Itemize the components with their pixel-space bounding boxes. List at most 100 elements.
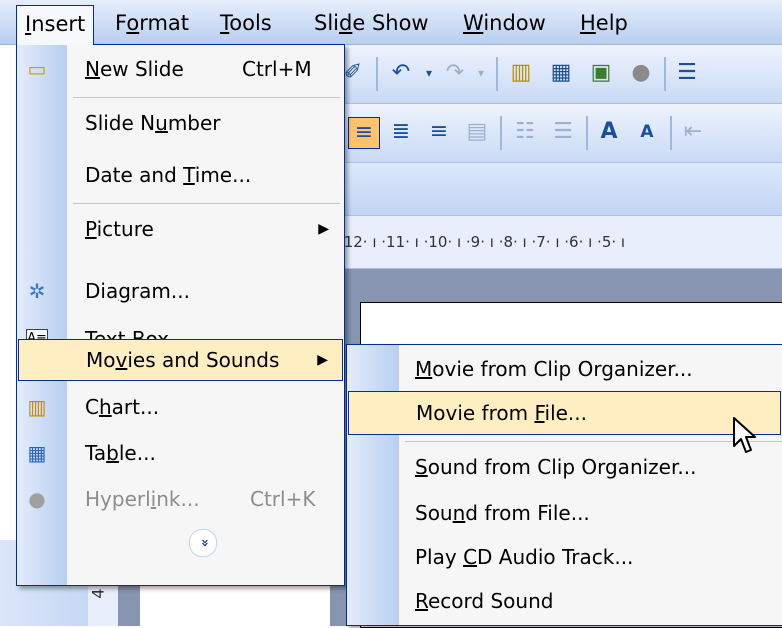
menu-format[interactable]: Format — [107, 5, 197, 41]
label-part: Mo — [86, 348, 116, 372]
label-part: ound from Clip Organizer... — [427, 455, 697, 479]
menu-separator — [405, 441, 782, 442]
expand-menu-icon[interactable]: » — [189, 529, 217, 557]
increase-font-size-icon[interactable]: A — [594, 117, 624, 147]
label-part: ram... — [130, 279, 190, 303]
label-part: nk... — [156, 487, 200, 511]
numbering-icon[interactable]: ☷ — [510, 117, 540, 147]
label-part: Slide N — [85, 111, 156, 135]
insert-hyperlink-icon[interactable]: ● — [626, 58, 656, 88]
label-hotkey: N — [85, 57, 100, 81]
align-left-icon[interactable]: ≡ — [348, 117, 380, 149]
chart-icon: ▥ — [27, 395, 47, 419]
label-hotkey: b — [106, 441, 119, 465]
menu-item-chart[interactable]: ▥ Chart... — [18, 385, 343, 429]
insert-chart-icon[interactable]: ▥ — [506, 58, 536, 88]
tables-borders-icon[interactable]: ▣ — [586, 58, 616, 88]
menu-separator — [73, 97, 340, 98]
menu-expand-row: » — [17, 529, 344, 559]
toolbar-separator — [586, 116, 588, 150]
align-center-icon[interactable]: ≣ — [386, 117, 416, 147]
label-part: D Audio Track... — [477, 545, 634, 569]
menu-item-label: Slide Number — [85, 101, 221, 145]
menu-item-table[interactable]: ▦ Table... — [18, 431, 343, 475]
menu-item-label: New Slide — [85, 47, 184, 91]
menu-item-label: Hyperlink... — [85, 477, 200, 521]
menu-separator — [73, 203, 340, 204]
menu-label: rmat — [139, 11, 190, 35]
menu-label: ools — [229, 11, 272, 35]
toolbar-separator — [670, 116, 672, 150]
menu-item-label: Diagram... — [85, 269, 190, 313]
label-hotkey: v — [115, 348, 128, 372]
label-hotkey: n — [452, 501, 466, 525]
menu-item-picture[interactable]: Picture ▶ — [18, 207, 343, 251]
menu-label: elp — [595, 11, 628, 35]
formatting-toolbar: ≡ ≣ ≡ ▤ ☷ ☰ A A ⇤ — [330, 104, 782, 163]
menu-item-label: Date and Time... — [85, 153, 251, 197]
menu-item-record-sound[interactable]: Record Sound — [348, 579, 781, 623]
menu-label: Sli — [314, 11, 339, 35]
decrease-font-size-icon[interactable]: A — [632, 117, 662, 147]
menu-hotkey: H — [580, 11, 596, 35]
menu-slide-show[interactable]: Slide Show — [306, 5, 437, 41]
label-hotkey: T — [183, 163, 195, 187]
menu-item-movie-from-file[interactable]: Movie from File... — [348, 391, 781, 435]
label-part: mber — [167, 111, 221, 135]
submenu-arrow-icon: ▶ — [318, 221, 329, 237]
label-part: Sou — [415, 501, 453, 525]
menu-label: indow — [483, 11, 546, 35]
menu-label: F — [115, 11, 127, 35]
new-slide-icon: ▭ — [27, 57, 47, 81]
menu-item-label: Play CD Audio Track... — [415, 535, 633, 579]
menu-item-play-cd-audio-track[interactable]: Play CD Audio Track... — [348, 535, 781, 579]
menu-label: nsert — [31, 12, 86, 36]
mouse-pointer-icon — [733, 417, 756, 453]
ruler-ticks: ı ·12· ı ·11· ı ·10· ı ·9· ı ·8· ı ·7· ı… — [330, 233, 626, 251]
menu-item-label: Sound from Clip Organizer... — [415, 445, 696, 489]
menu-item-movies-and-sounds[interactable]: Movies and Sounds ▶ — [18, 339, 343, 381]
insert-table-icon[interactable]: ▦ — [546, 58, 576, 88]
label-part: ecord Sound — [428, 589, 554, 613]
decrease-indent-icon[interactable]: ⇤ — [678, 117, 708, 147]
label-part: art... — [111, 395, 160, 419]
menu-help[interactable]: Help — [572, 5, 636, 41]
label-part: Movie from — [416, 401, 535, 425]
label-part: Date and — [85, 163, 184, 187]
menu-hotkey: o — [126, 11, 140, 35]
bullets-icon[interactable]: ☰ — [548, 117, 578, 147]
menu-item-sound-from-file[interactable]: Sound from File... — [348, 491, 781, 535]
distribute-icon[interactable]: ▤ — [462, 117, 492, 147]
menu-tools[interactable]: Tools — [212, 5, 280, 41]
menu-item-sound-from-clip-organizer[interactable]: Sound from Clip Organizer... — [348, 445, 781, 489]
table-icon: ▦ — [27, 441, 47, 465]
redo-dropdown-icon[interactable]: ▾ — [466, 58, 496, 88]
label-hotkey: P — [85, 217, 97, 241]
label-part: Hyperl — [85, 487, 151, 511]
menu-hotkey: W — [463, 11, 484, 35]
label-hotkey: M — [415, 357, 433, 381]
diagram-icon: ✲ — [28, 279, 46, 303]
label-part: ew Slide — [99, 57, 184, 81]
menu-item-slide-number[interactable]: Slide Number — [18, 101, 343, 145]
label-hotkey: u — [155, 111, 168, 135]
align-right-icon[interactable]: ≡ — [424, 117, 454, 147]
menu-item-label: Table... — [85, 431, 156, 475]
menu-item-diagram[interactable]: ✲ Diagram... — [18, 269, 343, 313]
menu-item-new-slide[interactable]: ▭ New Slide Ctrl+M — [18, 47, 343, 91]
menu-insert[interactable]: Insert — [16, 5, 95, 45]
menu-item-label: Movie from File... — [416, 392, 587, 434]
label-part: ile... — [544, 401, 588, 425]
menu-label: e Show — [352, 11, 429, 35]
expand-collapse-icon[interactable]: ☰ — [672, 58, 702, 88]
menu-window[interactable]: Window — [455, 5, 554, 41]
menu-hotkey: T — [220, 11, 230, 35]
label-part: ovie from Clip Organizer... — [432, 357, 693, 381]
menu-item-label: Movie from Clip Organizer... — [415, 347, 693, 391]
undo-icon[interactable]: ↶ — [386, 58, 416, 88]
label-part: ime... — [194, 163, 252, 187]
label-hotkey: F — [534, 401, 545, 425]
menu-item-movie-from-clip-organizer[interactable]: Movie from Clip Organizer... — [348, 347, 781, 391]
menu-item-date-and-time[interactable]: Date and Time... — [18, 153, 343, 197]
shortcut-label: Ctrl+K — [250, 487, 316, 511]
